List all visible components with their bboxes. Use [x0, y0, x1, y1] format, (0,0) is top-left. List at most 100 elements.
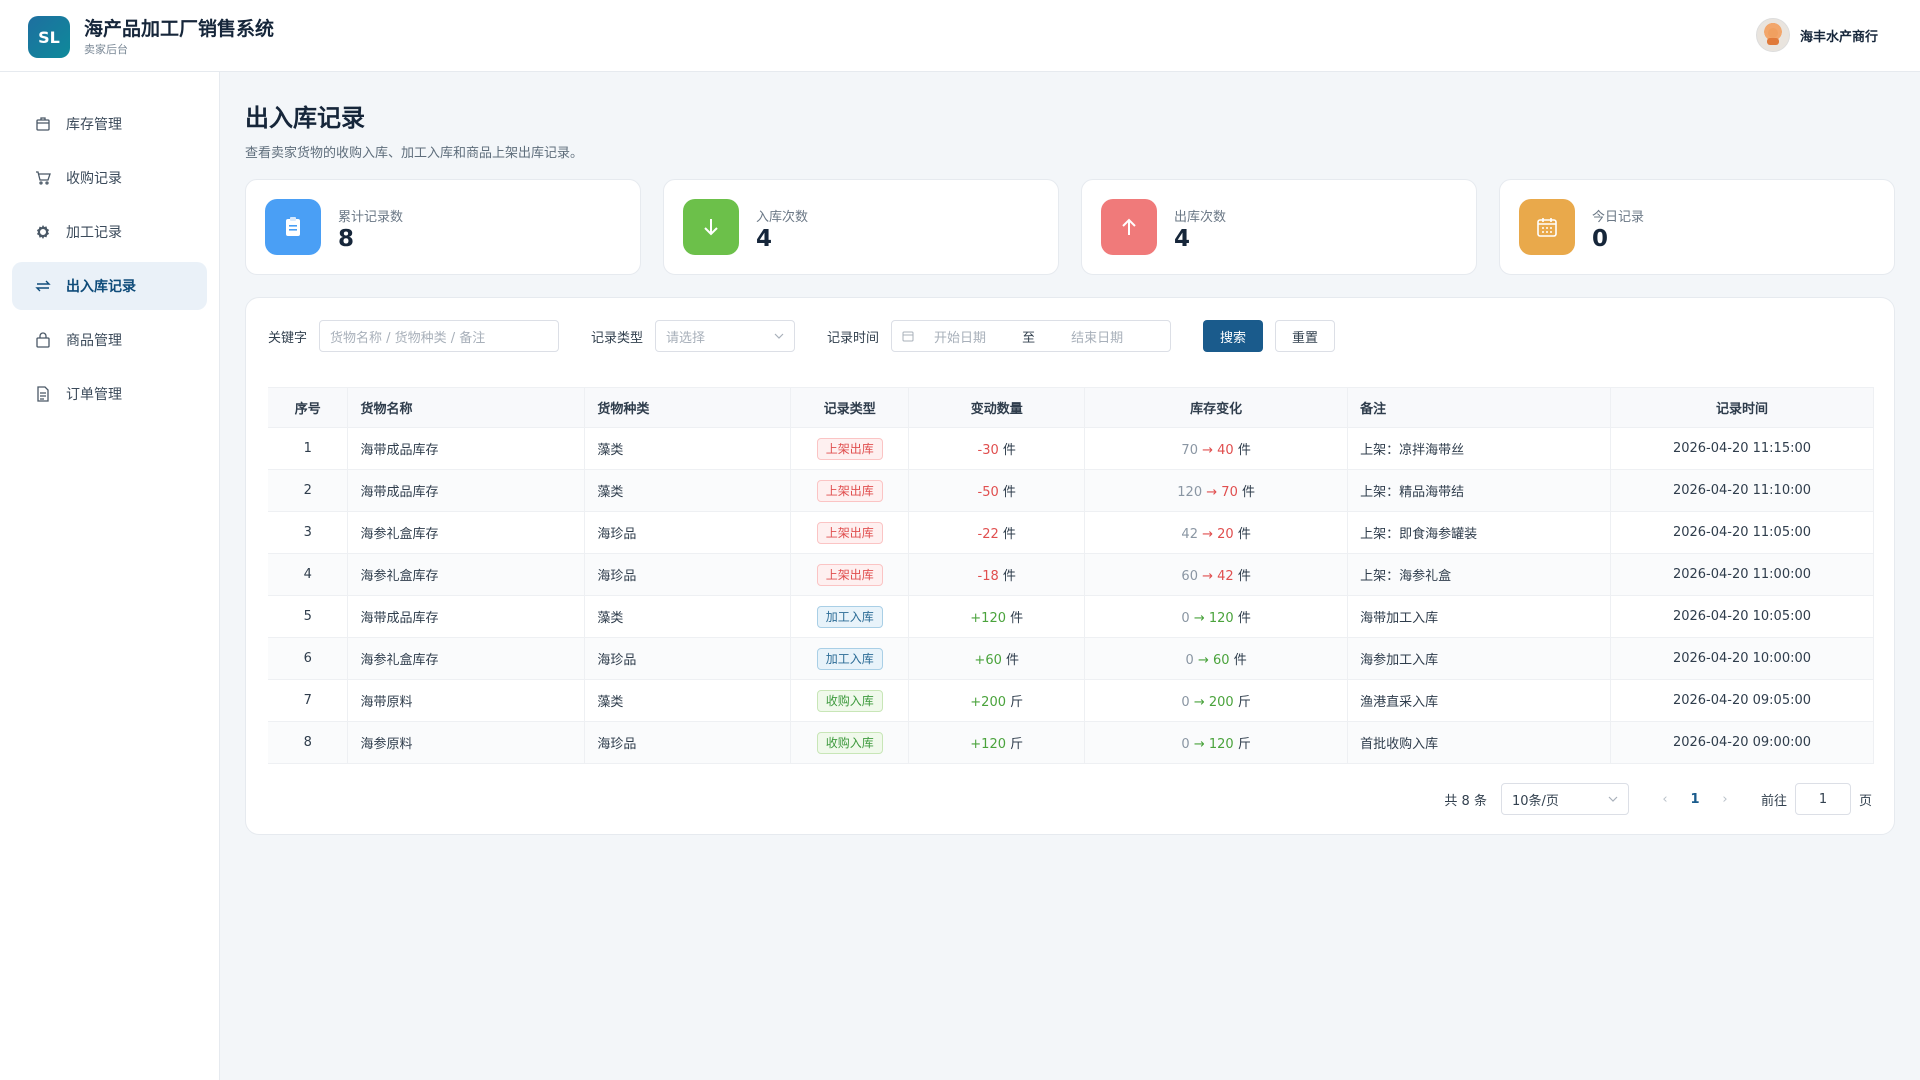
cell-stock-change: 0 → 60 件: [1084, 637, 1349, 680]
stat-value: 4: [756, 226, 773, 252]
cell-goods-kind: 藻类: [584, 427, 792, 470]
quantity-unit: 件: [1002, 485, 1016, 500]
search-button[interactable]: 搜索: [1203, 320, 1264, 352]
column-header[interactable]: 库存变化: [1084, 387, 1349, 428]
quantity-unit: 斤: [1010, 737, 1024, 752]
cell-remark: 上架：即食海参罐装: [1347, 511, 1611, 554]
record-type-tag: 加工入库: [816, 605, 883, 628]
prev-page-icon[interactable]: ‹: [1653, 792, 1677, 807]
cell-stock-change: 0 → 120 斤: [1084, 721, 1349, 764]
reset-button[interactable]: 重置: [1275, 320, 1336, 352]
keyword-input[interactable]: 货物名称 / 货物种类 / 备注: [319, 320, 560, 352]
cell-stock-change: 0 → 200 斤: [1084, 679, 1349, 722]
time-label: 记录时间: [827, 330, 880, 346]
column-header[interactable]: 序号: [268, 387, 349, 428]
stat-card-in: 入库次数 4: [663, 179, 1059, 275]
record-type-tag: 收购入库: [816, 731, 883, 754]
type-select[interactable]: 请选择: [655, 320, 796, 352]
cell-stock-change: 42 → 20 件: [1084, 511, 1349, 554]
stock-after: 70: [1221, 485, 1238, 500]
goto-page-input[interactable]: 1: [1794, 783, 1851, 815]
column-header[interactable]: 记录时间: [1610, 387, 1874, 428]
cell-record-time: 2026-04-20 09:05:00: [1610, 679, 1874, 722]
table-row[interactable]: 2 海带成品库存 藻类 上架出库 -50 件 120 → 70 件上架：精品海带结 2026…: [268, 469, 1874, 512]
quantity-value: -18: [977, 569, 999, 584]
sidebar-item-stock-records[interactable]: 出入库记录: [12, 262, 207, 310]
cell-goods-name: 海带原料: [347, 679, 586, 722]
cell-quantity: +60 件: [908, 637, 1086, 680]
stock-after: 120: [1208, 737, 1234, 752]
sidebar-item-label: 收购记录: [66, 171, 122, 187]
cell-goods-kind: 藻类: [584, 679, 792, 722]
cell-remark: 海带加工入库: [1347, 595, 1611, 638]
quantity-value: -22: [977, 527, 999, 542]
table-row[interactable]: 6 海参礼盒库存 海珍品 加工入库 +60 件0 → 60 件海参加工入库 2026-04…: [268, 637, 1874, 680]
cell-record-type: 上架出库: [790, 511, 910, 554]
stock-after: 120: [1208, 611, 1234, 626]
start-date-placeholder[interactable]: 开始日期: [934, 327, 986, 346]
app-title: 海产品加工厂销售系统: [84, 18, 275, 40]
user-menu[interactable]: 海丰水产商行: [1755, 18, 1878, 52]
page-size-select[interactable]: 10条/页: [1500, 783, 1629, 815]
record-type-tag: 上架出库: [816, 563, 883, 586]
table-row[interactable]: 8 海参原料 海珍品 收购入库 +120 斤0 → 120 斤首批收购入库 2026-04…: [268, 721, 1874, 764]
sidebar-item-processing[interactable]: 加工记录: [12, 208, 207, 256]
column-header[interactable]: 记录类型: [790, 387, 910, 428]
cell-record-type: 加工入库: [790, 637, 910, 680]
date-range-picker[interactable]: 开始日期 至 结束日期: [891, 320, 1172, 352]
sidebar-item-products[interactable]: 商品管理: [12, 316, 207, 364]
current-page[interactable]: 1: [1681, 792, 1709, 807]
cell-record-time: 2026-04-20 11:15:00: [1610, 427, 1874, 470]
cell-no: 5: [268, 595, 349, 638]
next-page-icon[interactable]: ›: [1713, 792, 1737, 807]
bag-icon: [34, 331, 52, 349]
type-placeholder: 请选择: [666, 330, 706, 346]
arrow-right-icon: →: [1193, 737, 1205, 752]
stock-before: 120: [1177, 485, 1203, 500]
table-row[interactable]: 4 海参礼盒库存 海珍品 上架出库 -18 件 60 → 42 件上架：海参礼盒 2026-…: [268, 553, 1874, 596]
arrow-right-icon: →: [1206, 485, 1218, 500]
chevron-down-icon: [774, 333, 784, 339]
sidebar-item-inventory[interactable]: 库存管理: [12, 100, 207, 148]
user-avatar-icon: [1766, 28, 1779, 45]
column-header[interactable]: 变动数量: [908, 387, 1086, 428]
cell-goods-name: 海参礼盒库存: [347, 637, 586, 680]
column-header[interactable]: 备注: [1347, 387, 1611, 428]
record-type-tag: 加工入库: [816, 647, 883, 670]
app-logo[interactable]: SL: [28, 16, 70, 58]
table-row[interactable]: 1 海带成品库存 藻类 上架出库 -30 件 70 → 40 件上架：凉拌海带丝 2026-…: [268, 427, 1874, 470]
goto-label: 前往: [1760, 793, 1787, 809]
stock-before: 70: [1181, 443, 1198, 458]
sidebar-item-purchase[interactable]: 收购记录: [12, 154, 207, 202]
quantity-value: -30: [977, 443, 999, 458]
cell-goods-name: 海带成品库存: [347, 469, 586, 512]
user-name[interactable]: 海丰水产商行: [1800, 26, 1878, 45]
cell-goods-kind: 海珍品: [584, 511, 792, 554]
column-header[interactable]: 货物种类: [584, 387, 792, 428]
quantity-unit: 件: [1002, 569, 1016, 584]
sidebar-item-label: 库存管理: [66, 117, 122, 133]
table-row[interactable]: 5 海带成品库存 藻类 加工入库 +120 件0 → 120 件海带加工入库 2026-0…: [268, 595, 1874, 638]
column-header[interactable]: 货物名称: [347, 387, 586, 428]
cell-record-time: 2026-04-20 11:10:00: [1610, 469, 1874, 512]
table-row[interactable]: 3 海参礼盒库存 海珍品 上架出库 -22 件 42 → 20 件上架：即食海参罐装 202…: [268, 511, 1874, 554]
stock-before: 60: [1181, 569, 1198, 584]
stock-before: 0: [1181, 737, 1190, 752]
cell-record-time: 2026-04-20 11:00:00: [1610, 553, 1874, 596]
quantity-value: +200: [970, 695, 1006, 710]
quantity-unit: 件: [1002, 527, 1016, 542]
table-row[interactable]: 7 海带原料 藻类 收购入库 +200 斤0 → 200 斤渔港直采入库 2026-04-…: [268, 679, 1874, 722]
stock-unit: 件: [1241, 485, 1255, 500]
cell-quantity: -22 件: [908, 511, 1086, 554]
sidebar-item-orders[interactable]: 订单管理: [12, 370, 207, 418]
stock-unit: 件: [1233, 653, 1247, 668]
stock-unit: 件: [1237, 569, 1251, 584]
stock-before: 0: [1181, 611, 1190, 626]
avatar[interactable]: [1755, 18, 1790, 52]
stat-label: 出库次数: [1174, 210, 1227, 225]
end-date-placeholder[interactable]: 结束日期: [1071, 327, 1123, 346]
table-header-row: 序号 货物名称 货物种类 记录类型 变动数量 库存变化 备注 记录时间: [268, 387, 1874, 428]
cell-goods-name: 海参礼盒库存: [347, 511, 586, 554]
swap-icon: [34, 277, 52, 295]
stat-card-out: 出库次数 4: [1081, 179, 1477, 275]
